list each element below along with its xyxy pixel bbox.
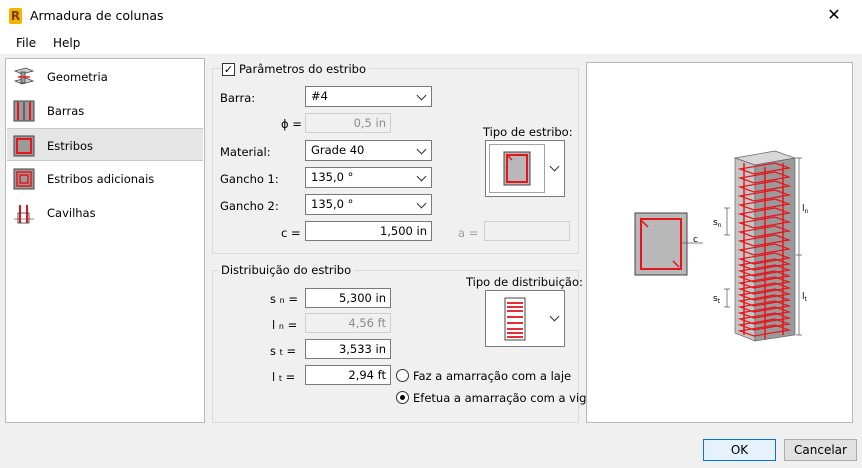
- phi-field: 0,5 in: [305, 113, 391, 133]
- close-button[interactable]: ✕: [826, 7, 842, 23]
- radio-laje[interactable]: [396, 369, 409, 382]
- chevron-down-icon: [549, 161, 560, 172]
- stirrup-params-checkbox[interactable]: ✓: [222, 63, 235, 76]
- chevron-down-icon: [416, 90, 427, 101]
- sidebar-item-label: Geometria: [47, 70, 108, 84]
- preview-ln-label: ln: [802, 204, 809, 215]
- stirrup-params-title: Parâmetros do estribo: [236, 62, 370, 76]
- st-label: s t =: [270, 344, 297, 358]
- lt-label: l t =: [272, 370, 296, 384]
- distribution-title: Distribuição do estribo: [218, 263, 355, 277]
- barra-label: Barra:: [220, 91, 256, 105]
- gancho2-select[interactable]: 135,0 °: [305, 194, 432, 215]
- column-preview-drawing: c ln lt sn st: [634, 150, 809, 342]
- sidebar-item-cavilhas[interactable]: Cavilhas: [7, 196, 203, 229]
- menu-bar: [0, 32, 862, 54]
- gancho1-label: Gancho 1:: [220, 172, 279, 186]
- a-field: [484, 221, 570, 241]
- sidebar-item-estribos-adicionais[interactable]: Estribos adicionais: [7, 162, 203, 195]
- chevron-down-icon: [416, 144, 427, 155]
- sn-subscript: n: [279, 296, 285, 305]
- sn-symbol: s: [270, 292, 276, 306]
- preview-st-sub: t: [718, 298, 721, 305]
- st-symbol: s: [270, 344, 276, 358]
- material-label: Material:: [220, 145, 271, 159]
- c-field[interactable]: 1,500 in: [305, 221, 432, 241]
- menu-file[interactable]: File: [16, 36, 36, 50]
- barra-select[interactable]: #4: [305, 86, 432, 107]
- stirrups-icon: [13, 135, 35, 157]
- preview-lt-sub: t: [805, 296, 808, 303]
- material-value: Grade 40: [311, 143, 365, 157]
- preview-ln-sub: n: [805, 208, 809, 215]
- sidebar-item-barras[interactable]: Barras: [7, 94, 203, 127]
- gancho2-label: Gancho 2:: [220, 199, 279, 213]
- radio-laje-label: Faz a amarração com a laje: [413, 369, 572, 383]
- sn-label: s n =: [270, 292, 299, 306]
- sidebar: Geometria Barras Estribos Estribos adici…: [5, 58, 205, 423]
- gancho1-select[interactable]: 135,0 °: [305, 167, 432, 188]
- stirrup-type-icon: [489, 144, 545, 193]
- preview-sn-sub: n: [718, 222, 722, 229]
- tipo-distribuicao-label: Tipo de distribuição:: [466, 275, 583, 289]
- ok-button[interactable]: OK: [703, 439, 776, 461]
- gancho1-value: 135,0 °: [311, 170, 354, 184]
- bars-icon: [13, 100, 35, 122]
- ln-field: 4,56 ft: [305, 313, 391, 333]
- tipo-distribuicao-select[interactable]: [485, 290, 565, 347]
- chevron-down-icon: [549, 311, 560, 322]
- a-label: a =: [458, 226, 479, 240]
- sidebar-item-label: Estribos adicionais: [47, 172, 155, 186]
- chevron-down-icon: [416, 198, 427, 209]
- sidebar-item-label: Barras: [47, 104, 85, 118]
- barra-value: #4: [311, 89, 328, 103]
- ln-subscript: n: [278, 322, 284, 331]
- dowels-icon: [14, 205, 34, 224]
- c-label: c =: [281, 226, 301, 240]
- sn-field[interactable]: 5,300 in: [305, 288, 391, 308]
- st-subscript: t: [279, 348, 283, 357]
- geometry-icon: [13, 67, 35, 85]
- sidebar-item-label: Cavilhas: [47, 206, 96, 220]
- sidebar-item-label: Estribos: [47, 139, 94, 153]
- tipo-estribo-select[interactable]: [485, 140, 565, 197]
- tipo-estribo-label: Tipo de estribo:: [483, 125, 573, 139]
- lt-symbol: l: [272, 370, 276, 384]
- menu-help[interactable]: Help: [53, 36, 80, 50]
- material-select[interactable]: Grade 40: [305, 140, 432, 161]
- preview-panel: c ln lt sn st: [586, 62, 853, 423]
- st-field[interactable]: 3,533 in: [305, 339, 391, 359]
- gancho2-value: 135,0 °: [311, 197, 354, 211]
- lt-subscript: t: [278, 374, 282, 383]
- chevron-down-icon: [416, 171, 427, 182]
- preview-st-label: st: [713, 294, 721, 305]
- lt-field[interactable]: 2,94 ft: [305, 365, 391, 385]
- preview-c-label: c: [693, 235, 698, 245]
- radio-vigas[interactable]: [396, 391, 409, 404]
- additional-stirrups-icon: [13, 168, 35, 190]
- phi-label: ϕ =: [281, 117, 302, 131]
- preview-sn-label: sn: [713, 218, 722, 229]
- sidebar-item-geometria[interactable]: Geometria: [7, 60, 203, 93]
- distribution-type-icon: [504, 297, 526, 341]
- app-icon: R: [9, 8, 22, 24]
- ln-symbol: l: [272, 318, 276, 332]
- cancel-button[interactable]: Cancelar: [784, 439, 857, 461]
- window-title: Armadura de colunas: [30, 8, 164, 23]
- radio-vigas-label: Efetua a amarração com a vigas: [413, 391, 600, 405]
- preview-lt-label: lt: [802, 292, 808, 303]
- ln-label: l n =: [272, 318, 298, 332]
- sidebar-item-estribos[interactable]: Estribos: [7, 128, 203, 161]
